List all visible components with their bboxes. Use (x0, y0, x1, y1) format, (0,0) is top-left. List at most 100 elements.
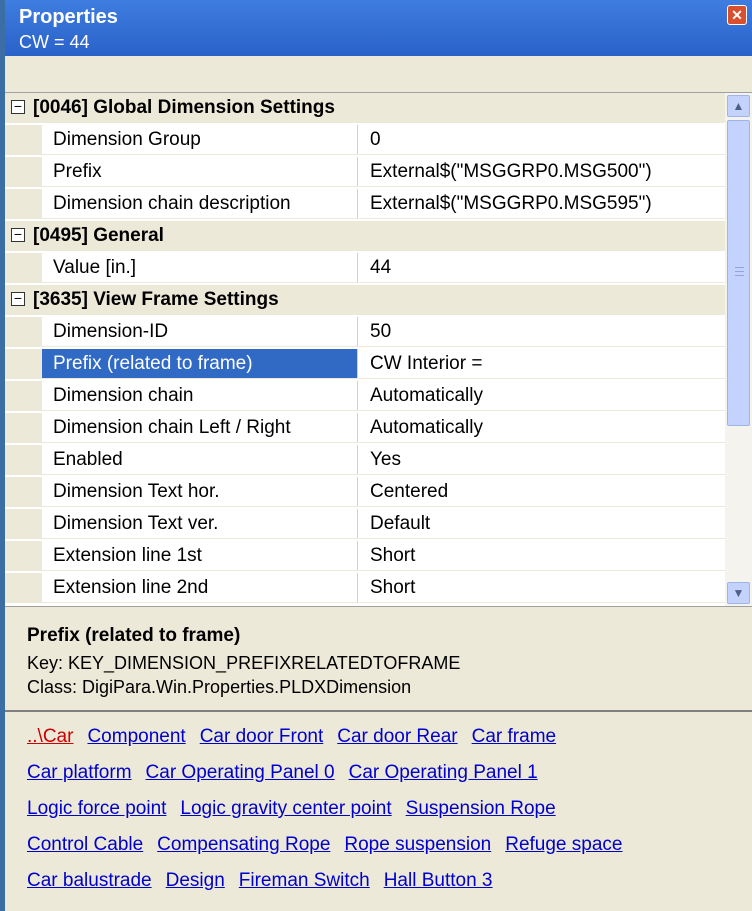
close-icon: ✕ (731, 7, 743, 23)
parent-link[interactable]: ..\Car (27, 726, 73, 747)
row-gutter (5, 445, 42, 475)
object-link[interactable]: Car frame (472, 726, 556, 747)
scroll-grip (735, 271, 744, 272)
close-button[interactable]: ✕ (727, 5, 747, 25)
property-name[interactable]: Dimension chain description (42, 189, 358, 219)
object-link[interactable]: Car balustrade (27, 870, 152, 891)
property-row[interactable]: Prefix External$("MSGGRP0.MSG500") (5, 157, 725, 187)
property-name[interactable]: Dimension chain Left / Right (42, 413, 358, 443)
property-value[interactable]: Centered (359, 477, 725, 507)
chevron-up-icon: ▲ (732, 99, 745, 113)
row-gutter (5, 509, 42, 539)
minus-box-icon[interactable]: − (11, 291, 25, 306)
row-gutter (5, 189, 42, 219)
property-name[interactable]: Extension line 1st (42, 541, 358, 571)
scroll-thumb[interactable] (727, 120, 750, 426)
scroll-grip (735, 267, 744, 268)
property-row[interactable]: Value [in.] 44 (5, 253, 725, 283)
row-gutter (5, 349, 42, 379)
category-row[interactable]: − [0046] Global Dimension Settings (5, 93, 725, 123)
scroll-up-button[interactable]: ▲ (727, 95, 750, 117)
row-gutter (5, 477, 42, 507)
row-gutter (5, 157, 42, 187)
object-link[interactable]: Fireman Switch (239, 870, 370, 891)
object-link[interactable]: Rope suspension (344, 834, 491, 855)
property-row-selected[interactable]: Prefix (related to frame) CW Interior = (5, 349, 725, 379)
property-value[interactable]: Yes (359, 445, 725, 475)
property-name[interactable]: Value [in.] (42, 253, 358, 283)
object-link[interactable]: Component (87, 726, 185, 747)
scroll-down-button[interactable]: ▼ (727, 582, 750, 604)
link-line: Car balustrade Design Fireman Switch Hall B… (27, 870, 507, 892)
property-name[interactable]: Dimension Text ver. (42, 509, 358, 539)
property-name[interactable]: Enabled (42, 445, 358, 475)
property-name[interactable]: Dimension-ID (42, 317, 358, 347)
property-name[interactable]: Extension line 2nd (42, 573, 358, 603)
properties-window: Properties CW = 44 ✕ − [0046] Global Dime… (0, 0, 752, 911)
property-value[interactable]: 44 (359, 253, 725, 283)
property-name[interactable]: Prefix (42, 157, 358, 187)
object-link[interactable]: Compensating Rope (157, 834, 330, 855)
object-link[interactable]: Car Operating Panel 1 (349, 762, 538, 783)
vertical-scrollbar[interactable]: ▲ ▼ (725, 93, 752, 606)
object-link[interactable]: Refuge space (505, 834, 622, 855)
link-line: ..\Car Component Car door Front Car door Re… (27, 726, 570, 748)
link-line: Car platform Car Operating Panel 0 Car Ope… (27, 762, 552, 784)
link-line: Control Cable Compensating Rope Rope suspe… (27, 834, 636, 856)
row-gutter (5, 413, 42, 443)
category-row[interactable]: − [3635] View Frame Settings (5, 285, 725, 315)
title-bar[interactable]: Properties CW = 44 ✕ (5, 0, 752, 56)
property-value[interactable]: CW Interior = (359, 349, 725, 379)
chevron-down-icon: ▼ (732, 586, 745, 600)
property-name[interactable]: Dimension Group (42, 125, 358, 155)
row-gutter (5, 317, 42, 347)
property-value[interactable]: External$("MSGGRP0.MSG500") (359, 157, 725, 187)
minus-box-icon[interactable]: − (11, 227, 25, 242)
object-link[interactable]: Logic gravity center point (180, 798, 391, 819)
property-value[interactable]: External$("MSGGRP0.MSG595") (359, 189, 725, 219)
property-row[interactable]: Dimension chain Automatically (5, 381, 725, 411)
object-link[interactable]: Car door Rear (337, 726, 457, 747)
row-gutter (5, 125, 42, 155)
property-name[interactable]: Dimension chain (42, 381, 358, 411)
property-row[interactable]: Enabled Yes (5, 445, 725, 475)
property-name[interactable]: Prefix (related to frame) (42, 349, 358, 379)
row-gutter (5, 381, 42, 411)
property-row[interactable]: Dimension chain Left / Right Automaticall… (5, 413, 725, 443)
property-value[interactable]: 0 (359, 125, 725, 155)
property-row[interactable]: Dimension Text hor. Centered (5, 477, 725, 507)
help-pane: Prefix (related to frame) Key: KEY_DIMEN… (5, 607, 752, 709)
category-label: [0495] General (33, 225, 164, 246)
property-name[interactable]: Dimension Text hor. (42, 477, 358, 507)
property-value[interactable]: Short (359, 573, 725, 603)
property-row[interactable]: Extension line 2nd Short (5, 573, 725, 603)
object-link[interactable]: Car platform (27, 762, 132, 783)
object-link[interactable]: Design (166, 870, 225, 891)
window-title: Properties (19, 6, 118, 28)
property-value[interactable]: Automatically (359, 413, 725, 443)
property-row[interactable]: Dimension Text ver. Default (5, 509, 725, 539)
property-value[interactable]: Automatically (359, 381, 725, 411)
object-link[interactable]: Suspension Rope (406, 798, 556, 819)
link-line: Logic force point Logic gravity center po… (27, 798, 570, 820)
category-row[interactable]: − [0495] General (5, 221, 725, 251)
minus-box-icon[interactable]: − (11, 99, 25, 114)
property-row[interactable]: Dimension chain description External$("MS… (5, 189, 725, 219)
row-gutter (5, 253, 42, 283)
property-value[interactable]: 50 (359, 317, 725, 347)
property-row[interactable]: Dimension Group 0 (5, 125, 725, 155)
object-link[interactable]: Car Operating Panel 0 (146, 762, 335, 783)
property-value[interactable]: Short (359, 541, 725, 571)
row-gutter (5, 573, 42, 603)
object-link[interactable]: Logic force point (27, 798, 166, 819)
property-row[interactable]: Dimension-ID 50 (5, 317, 725, 347)
property-value[interactable]: Default (359, 509, 725, 539)
object-link[interactable]: Control Cable (27, 834, 143, 855)
help-class: Class: DigiPara.Win.Properties.PLDXDimen… (27, 677, 412, 697)
selected-object-caption: CW = 44 (19, 32, 90, 52)
property-row[interactable]: Extension line 1st Short (5, 541, 725, 571)
object-link[interactable]: Hall Button 3 (384, 870, 493, 891)
scroll-grip (735, 275, 744, 276)
object-link[interactable]: Car door Front (200, 726, 324, 747)
property-grid: − [0046] Global Dimension Settings Dimensi… (5, 92, 752, 607)
